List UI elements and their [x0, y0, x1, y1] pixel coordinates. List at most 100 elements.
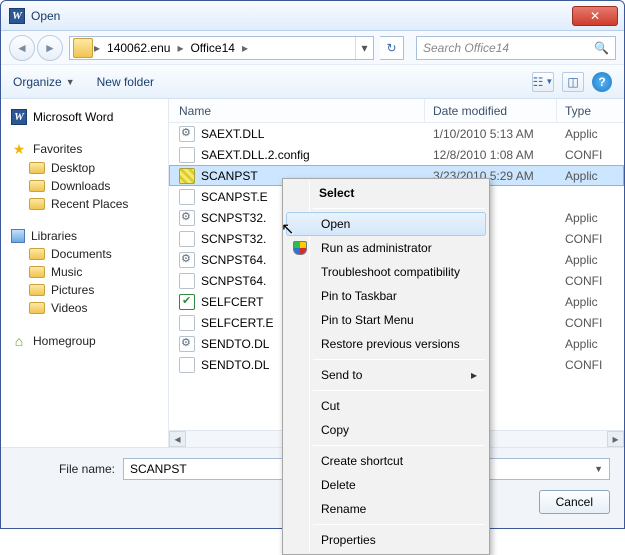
sidebar: W Microsoft Word ★ Favorites Desktop Dow… [1, 99, 169, 447]
cancel-button[interactable]: Cancel [539, 490, 610, 514]
ctx-label: Cut [321, 399, 340, 413]
file-type: Applic [557, 337, 624, 351]
col-date[interactable]: Date modified [425, 99, 557, 122]
ctx-pin-start[interactable]: Pin to Start Menu [286, 308, 486, 332]
help-button[interactable]: ? [592, 72, 612, 92]
file-icon [179, 357, 195, 373]
file-date: 1/10/2010 5:13 AM [425, 127, 557, 141]
file-icon [179, 273, 195, 289]
back-button[interactable]: ◄ [9, 35, 35, 61]
ctx-open[interactable]: Open [286, 212, 486, 236]
sidebar-item-recent[interactable]: Recent Places [11, 195, 168, 213]
scroll-right-icon[interactable]: ▸ [607, 431, 624, 447]
address-dropdown[interactable]: ▾ [355, 37, 373, 59]
ctx-delete[interactable]: Delete [286, 473, 486, 497]
preview-pane-button[interactable]: ◫ [562, 72, 584, 92]
ctx-troubleshoot[interactable]: Troubleshoot compatibility [286, 260, 486, 284]
file-icon [179, 210, 195, 226]
new-folder-button[interactable]: New folder [97, 75, 154, 89]
ctx-rename[interactable]: Rename [286, 497, 486, 521]
folder-icon [73, 38, 93, 58]
nav-row: ◄ ► ▸ 140062.enu ▸ Office14 ▸ ▾ ↻ Search… [1, 31, 624, 65]
file-name: SENDTO.DL [201, 337, 269, 351]
filename-label: File name: [15, 462, 115, 476]
sidebar-item-videos[interactable]: Videos [11, 299, 168, 317]
window-title: Open [31, 9, 60, 23]
sidebar-item-label: Pictures [51, 283, 94, 297]
sidebar-item-label: Music [51, 265, 82, 279]
shield-icon [292, 240, 308, 256]
breadcrumb-item[interactable]: Office14 [184, 37, 240, 59]
crumb-arrow-icon[interactable]: ▸ [93, 41, 101, 55]
file-name: SCNPST64. [201, 253, 266, 267]
ctx-send-to[interactable]: Send to▸ [286, 363, 486, 387]
sidebar-favorites-header[interactable]: ★ Favorites [11, 135, 168, 159]
refresh-button[interactable]: ↻ [380, 36, 404, 60]
file-icon [179, 315, 195, 331]
search-input[interactable]: Search Office14 🔍 [416, 36, 616, 60]
crumb-arrow-icon[interactable]: ▸ [241, 41, 249, 55]
filetype-filter[interactable]: ▼ [470, 458, 610, 480]
folder-icon [29, 162, 45, 174]
col-name[interactable]: Name [169, 99, 425, 122]
view-icon: ☷ [533, 75, 544, 89]
close-button[interactable]: ✕ [572, 6, 618, 26]
word-icon: W [11, 109, 27, 125]
file-icon [179, 189, 195, 205]
ctx-label: Properties [321, 533, 376, 547]
ctx-label: Send to [321, 368, 362, 382]
sidebar-homegroup[interactable]: ⌂ Homegroup [11, 327, 168, 351]
file-type: CONFI [557, 358, 624, 372]
file-icon [179, 336, 195, 352]
word-app-icon: W [9, 8, 25, 24]
ctx-cut[interactable]: Cut [286, 394, 486, 418]
file-row[interactable]: SAEXT.DLL1/10/2010 5:13 AMApplic [169, 123, 624, 144]
sidebar-item-label: Desktop [51, 161, 95, 175]
ctx-label: Create shortcut [321, 454, 403, 468]
column-headers: Name Date modified Type [169, 99, 624, 123]
sidebar-item-downloads[interactable]: Downloads [11, 177, 168, 195]
file-type: Applic [557, 169, 624, 183]
sidebar-app-filter[interactable]: W Microsoft Word [11, 105, 168, 135]
file-icon [179, 294, 195, 310]
forward-button[interactable]: ► [37, 35, 63, 61]
ctx-pin-taskbar[interactable]: Pin to Taskbar [286, 284, 486, 308]
toolbar: Organize ▼ New folder ☷▼ ◫ ? [1, 65, 624, 99]
ctx-create-shortcut[interactable]: Create shortcut [286, 449, 486, 473]
titlebar: W Open ✕ [1, 1, 624, 31]
sidebar-item-desktop[interactable]: Desktop [11, 159, 168, 177]
pane-icon: ◫ [567, 75, 578, 89]
address-bar[interactable]: ▸ 140062.enu ▸ Office14 ▸ ▾ [69, 36, 374, 60]
folder-icon [29, 180, 45, 192]
file-name: SELFCERT.E [201, 316, 273, 330]
file-name: SCNPST64. [201, 274, 266, 288]
file-name: SAEXT.DLL [201, 127, 264, 141]
breadcrumb-item[interactable]: 140062.enu [101, 37, 176, 59]
sidebar-head-label: Libraries [31, 229, 77, 243]
ctx-restore-versions[interactable]: Restore previous versions [286, 332, 486, 356]
ctx-copy[interactable]: Copy [286, 418, 486, 442]
file-row[interactable]: SAEXT.DLL.2.config12/8/2010 1:08 AMCONFI [169, 144, 624, 165]
scroll-left-icon[interactable]: ◂ [169, 431, 186, 447]
sidebar-head-label: Favorites [33, 142, 82, 156]
ctx-properties[interactable]: Properties [286, 528, 486, 552]
sidebar-libraries-header[interactable]: Libraries [11, 223, 168, 245]
folder-icon [29, 284, 45, 296]
file-type: Applic [557, 211, 624, 225]
ctx-label: Restore previous versions [321, 337, 460, 351]
file-name: SCNPST32. [201, 232, 266, 246]
ctx-label: Rename [321, 502, 366, 516]
organize-button[interactable]: Organize ▼ [13, 75, 75, 89]
ctx-run-admin[interactable]: Run as administrator [286, 236, 486, 260]
view-button[interactable]: ☷▼ [532, 72, 554, 92]
folder-icon [29, 266, 45, 278]
sidebar-item-pictures[interactable]: Pictures [11, 281, 168, 299]
sidebar-item-documents[interactable]: Documents [11, 245, 168, 263]
file-type: CONFI [557, 316, 624, 330]
sidebar-item-music[interactable]: Music [11, 263, 168, 281]
crumb-arrow-icon[interactable]: ▸ [176, 41, 184, 55]
sidebar-head-label: Homegroup [33, 334, 96, 348]
col-type[interactable]: Type [557, 99, 624, 122]
file-icon [179, 168, 195, 184]
ctx-label: Troubleshoot compatibility [321, 265, 460, 279]
